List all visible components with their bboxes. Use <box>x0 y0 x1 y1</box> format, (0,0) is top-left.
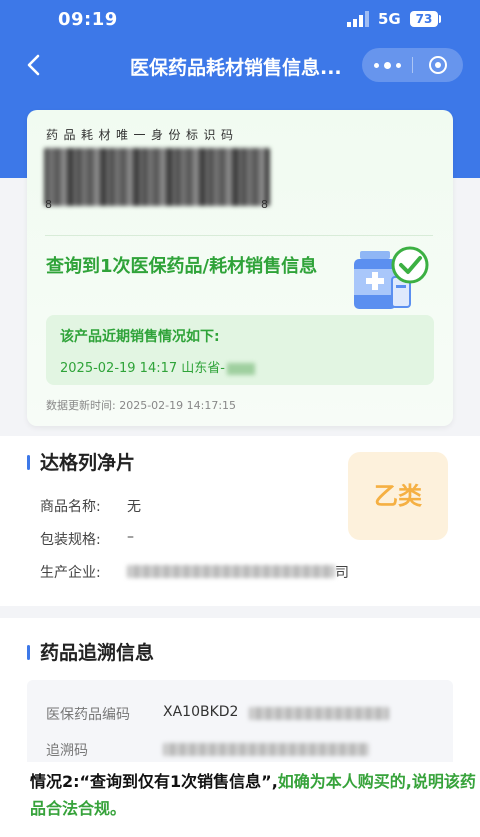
med-code-value: XA10BKD2 <box>163 704 239 720</box>
category-badge: 乙类 <box>348 452 448 540</box>
close-circle-icon[interactable] <box>429 56 447 74</box>
battery-tip <box>439 15 441 23</box>
query-result-text: 查询到1次医保药品/耗材销售信息 <box>46 256 318 277</box>
capsule-divider <box>412 57 413 73</box>
page-title: 医保药品耗材销售信息... <box>130 57 342 79</box>
code-start: 8 <box>45 198 52 211</box>
signal-icon <box>347 11 369 27</box>
med-code-label: 医保药品编码 <box>46 707 130 723</box>
card-divider <box>45 235 433 236</box>
medicine-check-icon <box>354 246 429 309</box>
nav-bar: 医保药品耗材销售信息... <box>0 40 480 92</box>
recent-sales-box: 该产品近期销售情况如下: 2025-02-19 14:17 山东省- <box>46 315 434 385</box>
caption-part-1: 情况2:“查询到仅有1次销售信息”, <box>30 772 278 791</box>
maker-suffix: 司 <box>335 565 349 581</box>
product-section: 达格列净片 乙类 商品名称: 无 包装规格: – 生产企业: 司 <box>0 436 480 606</box>
maker-label: 生产企业: <box>40 565 101 581</box>
recent-sales-row: 2025-02-19 14:17 山东省- <box>60 357 255 376</box>
spec-value: – <box>127 529 134 545</box>
spec-label: 包装规格: <box>40 532 101 548</box>
blurred-maker-name <box>127 565 335 578</box>
name-value: 无 <box>127 499 141 515</box>
trace-code-label: 追溯码 <box>46 743 88 759</box>
back-arrow-icon[interactable] <box>24 52 46 78</box>
blurred-id-code <box>44 148 270 206</box>
mini-program-capsule <box>362 48 463 82</box>
id-result-card: 药品耗材唯一身份标识码 8 8 查询到1次医保药品/耗材销售信息 该产品近期销售… <box>27 110 453 426</box>
section-accent-bar <box>27 455 30 470</box>
product-title: 达格列净片 <box>40 452 136 474</box>
recent-sales-time-place: 2025-02-19 14:17 山东省- <box>60 361 225 376</box>
blurred-trace-code <box>163 743 369 756</box>
blurred-city <box>226 362 255 375</box>
blurred-med-code <box>249 707 389 720</box>
network-type: 5G <box>378 10 401 28</box>
code-end: 8 <box>261 198 268 211</box>
trace-title: 药品追溯信息 <box>40 642 155 664</box>
name-label: 商品名称: <box>40 499 101 515</box>
data-update-time: 数据更新时间: 2025-02-19 14:17:15 <box>46 399 237 412</box>
more-dots-icon[interactable] <box>362 48 412 82</box>
explanation-caption: 情况2:“查询到仅有1次销售信息”,如确为本人购买的,说明该药品合法合规。 <box>0 762 480 837</box>
recent-sales-title: 该产品近期销售情况如下: <box>60 329 220 345</box>
battery-icon: 73 <box>410 11 438 27</box>
section-accent-bar <box>27 645 30 660</box>
id-code-label: 药品耗材唯一身份标识码 <box>46 128 239 142</box>
status-time: 09:19 <box>58 9 118 30</box>
status-bar: 09:19 5G 73 <box>0 0 480 40</box>
